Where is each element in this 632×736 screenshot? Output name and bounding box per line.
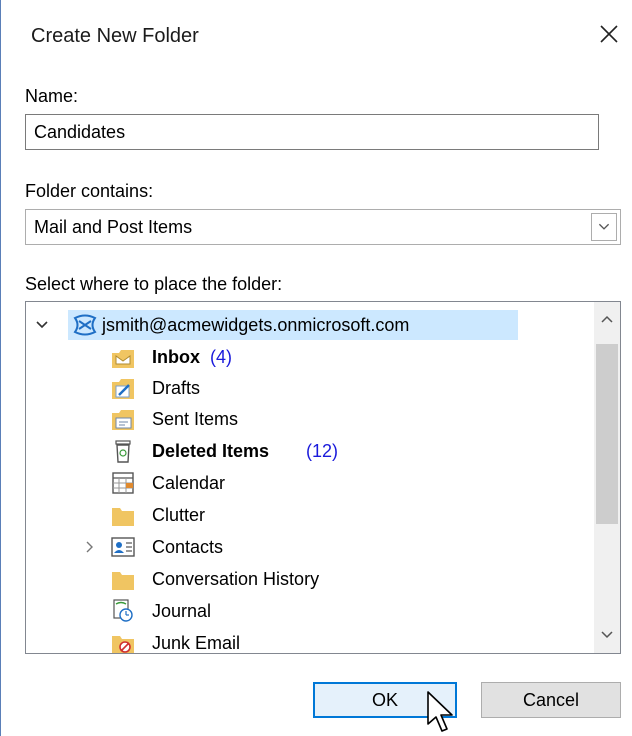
tree-item-label: Contacts bbox=[152, 537, 224, 557]
tree-item-conversation-history[interactable]: Conversation History bbox=[26, 564, 586, 594]
unread-count: (12) bbox=[306, 441, 339, 461]
tree-item-label: Deleted Items bbox=[152, 441, 270, 461]
folder-icon bbox=[112, 508, 134, 526]
tree-item-journal[interactable]: Journal bbox=[26, 596, 586, 626]
name-input[interactable] bbox=[25, 114, 599, 150]
scrollbar-thumb[interactable] bbox=[596, 344, 618, 524]
tree-item-junk-email[interactable]: Junk Email bbox=[26, 628, 586, 653]
tree-item-contacts[interactable]: Contacts bbox=[26, 532, 586, 562]
tree-item-drafts[interactable]: Drafts bbox=[26, 373, 586, 403]
tree-item-label: Drafts bbox=[152, 378, 201, 398]
sent-items-icon bbox=[112, 410, 134, 430]
chevron-down-icon[interactable] bbox=[35, 319, 49, 331]
drafts-icon bbox=[112, 379, 134, 399]
tree-item-calendar[interactable]: Calendar bbox=[26, 468, 586, 498]
scroll-down-icon[interactable] bbox=[600, 630, 614, 640]
tree-item-label: Clutter bbox=[152, 505, 206, 525]
close-icon[interactable] bbox=[593, 18, 625, 50]
tree-item-sent-items[interactable]: Sent Items bbox=[26, 404, 586, 434]
tree-scrollbar[interactable] bbox=[594, 302, 620, 653]
tree-item-label: Inbox bbox=[152, 347, 200, 367]
folder-contains-value: Mail and Post Items bbox=[34, 217, 193, 237]
unread-count: (4) bbox=[210, 347, 232, 367]
tree-item-inbox[interactable]: Inbox (4) bbox=[26, 342, 586, 372]
calendar-icon bbox=[112, 472, 134, 494]
chevron-down-icon[interactable] bbox=[591, 213, 617, 241]
folder-tree[interactable]: jsmith@acmewidgets.onmicrosoft.com Inbox… bbox=[25, 301, 621, 654]
folder-contains-label: Folder contains: bbox=[25, 181, 154, 201]
chevron-right-icon[interactable] bbox=[84, 540, 94, 554]
tree-item-clutter[interactable]: Clutter bbox=[26, 500, 586, 530]
tree-item-deleted-items[interactable]: Deleted Items (12) bbox=[26, 436, 586, 466]
tree-item-account[interactable]: jsmith@acmewidgets.onmicrosoft.com bbox=[26, 310, 596, 340]
folder-contains-select[interactable]: Mail and Post Items bbox=[25, 209, 621, 245]
exchange-account-icon bbox=[73, 314, 97, 336]
tree-item-label: Sent Items bbox=[152, 409, 239, 429]
tree-item-label: Junk Email bbox=[152, 633, 241, 653]
inbox-icon bbox=[112, 350, 134, 368]
tree-item-label: Conversation History bbox=[152, 569, 320, 589]
dialog-title: Create New Folder bbox=[31, 25, 199, 47]
create-new-folder-dialog: Create New Folder Name: Folder contains:… bbox=[0, 0, 632, 736]
cancel-button[interactable]: Cancel bbox=[481, 682, 621, 718]
name-label: Name: bbox=[25, 86, 79, 106]
tree-item-label: Journal bbox=[152, 601, 212, 621]
junk-email-icon bbox=[112, 636, 134, 653]
tree-item-label: Calendar bbox=[152, 473, 226, 493]
scroll-up-icon[interactable] bbox=[600, 314, 614, 324]
contacts-icon bbox=[111, 537, 135, 557]
title-bar: Create New Folder bbox=[1, 0, 632, 76]
trash-icon bbox=[115, 440, 131, 463]
placement-label: Select where to place the folder: bbox=[25, 274, 283, 294]
mouse-cursor-icon bbox=[427, 691, 453, 732]
account-label: jsmith@acmewidgets.onmicrosoft.com bbox=[102, 315, 410, 335]
folder-icon bbox=[112, 572, 134, 590]
journal-icon bbox=[113, 599, 133, 622]
